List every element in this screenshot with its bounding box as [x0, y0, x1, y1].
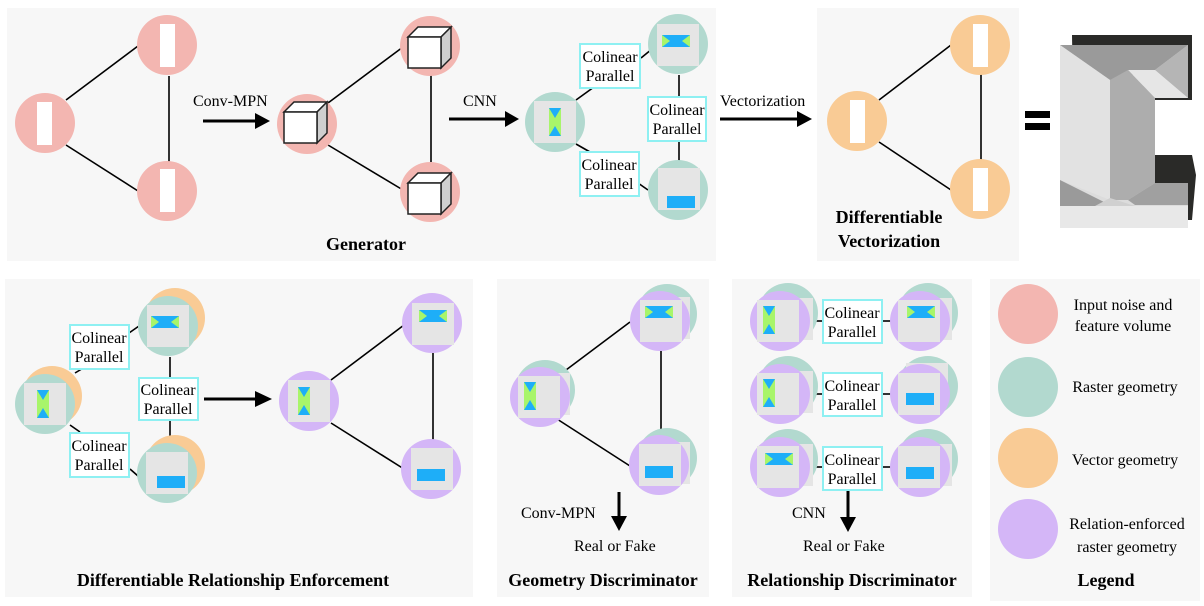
bowtie-shape-icon [419, 310, 447, 322]
relation-box: Colinear Parallel [69, 432, 130, 478]
white-bar-icon [37, 102, 52, 145]
white-bar-icon [973, 168, 988, 211]
relation-box: Colinear Parallel [647, 96, 707, 142]
vectorization-label: Vectorization [720, 93, 805, 110]
svg-text:Colinear: Colinear [824, 452, 880, 469]
hourglass-shape-icon [763, 379, 775, 407]
svg-text:Parallel: Parallel [828, 471, 877, 488]
svg-text:Colinear: Colinear [649, 102, 705, 119]
svg-text:Colinear: Colinear [824, 378, 880, 395]
svg-text:Parallel: Parallel [585, 176, 634, 193]
vector-node [827, 91, 887, 151]
vector-node [950, 15, 1010, 75]
cube-icon [406, 25, 453, 70]
raster-node [648, 14, 708, 74]
svg-text:Parallel: Parallel [828, 397, 877, 414]
raster-swatch [998, 357, 1058, 417]
bowtie-shape-icon [765, 453, 793, 465]
cnn-label: CNN [792, 505, 826, 522]
relation-box: Colinear Parallel [579, 43, 641, 89]
svg-text:Raster geometry: Raster geometry [1072, 379, 1177, 396]
horizontal-bar-icon [417, 469, 445, 481]
vectorization-title-line1: Differentiable [836, 207, 943, 227]
relation-box: Colinear Parallel [822, 299, 883, 344]
real-or-fake-output: Real or Fake [574, 538, 656, 555]
white-bar-icon [973, 24, 988, 67]
relationship-discriminator-pairs: Colinear Parallel Colinear Parallel Coli… [750, 283, 958, 497]
cnn-label: CNN [463, 93, 497, 110]
svg-text:Parallel: Parallel [653, 121, 702, 138]
conv-mpn-label: Conv-MPN [193, 93, 268, 110]
generator-title: Generator [326, 234, 406, 254]
geometry-discriminator-title: Geometry Discriminator [508, 570, 697, 590]
svg-text:Colinear: Colinear [71, 330, 127, 347]
input-node [15, 93, 75, 153]
svg-text:feature volume: feature volume [1075, 318, 1171, 335]
bowtie-shape-icon [151, 316, 179, 328]
svg-text:Parallel: Parallel [828, 324, 877, 341]
svg-text:Parallel: Parallel [144, 401, 193, 418]
real-or-fake-output: Real or Fake [803, 538, 885, 555]
bowtie-shape-icon [662, 35, 690, 47]
input-node [137, 15, 197, 75]
white-bar-icon [160, 24, 175, 67]
svg-text:Relation-enforced: Relation-enforced [1069, 516, 1185, 533]
relation-box: Colinear Parallel [822, 446, 883, 491]
raster-node [648, 160, 708, 220]
horizontal-bar-icon [667, 196, 695, 208]
vector-node [950, 159, 1010, 219]
svg-text:Colinear: Colinear [71, 438, 127, 455]
legend-title: Legend [1077, 570, 1134, 590]
svg-text:Colinear: Colinear [582, 49, 638, 66]
svg-text:Colinear: Colinear [824, 305, 880, 322]
horizontal-bar-icon [906, 467, 934, 479]
svg-text:Parallel: Parallel [75, 457, 124, 474]
relation-box: Colinear Parallel [69, 324, 130, 370]
feature-volume-node [400, 16, 460, 76]
enforcement-title: Differentiable Relationship Enforcement [77, 570, 389, 590]
svg-text:raster geometry: raster geometry [1077, 539, 1177, 556]
svg-text:Input noise and: Input noise and [1074, 297, 1173, 314]
cube-icon [282, 100, 329, 145]
relation-box: Colinear Parallel [579, 151, 640, 197]
horizontal-bar-icon [906, 393, 934, 405]
hourglass-shape-icon [763, 306, 775, 334]
relation-enforced-swatch [998, 499, 1058, 559]
building-3d-icon [1060, 35, 1196, 228]
feature-volume-node [400, 162, 460, 222]
svg-text:Parallel: Parallel [586, 68, 635, 85]
white-bar-icon [850, 100, 865, 143]
relationship-discriminator-title: Relationship Discriminator [747, 570, 957, 590]
input-node [137, 161, 197, 221]
feature-volume-node [277, 94, 337, 154]
bowtie-shape-icon [645, 306, 673, 318]
raster-node [525, 92, 585, 152]
relation-enforced-node [279, 371, 339, 431]
input-noise-swatch [998, 284, 1058, 344]
hourglass-shape-icon [37, 390, 49, 418]
svg-text:Colinear: Colinear [140, 382, 196, 399]
architecture-diagram: Conv-MPN CNN Colinear Parallel Colinear … [5, 8, 1200, 601]
hourglass-shape-icon [524, 382, 536, 410]
horizontal-bar-icon [157, 476, 185, 488]
conv-mpn-label: Conv-MPN [521, 505, 596, 522]
svg-text:Vector geometry: Vector geometry [1072, 452, 1178, 469]
vectorization-arrow: Vectorization [720, 93, 812, 127]
vectorization-title-line2: Vectorization [838, 231, 940, 251]
cube-icon [406, 171, 453, 216]
hourglass-shape-icon [298, 387, 310, 415]
relation-enforced-node [401, 439, 461, 499]
hourglass-shape-icon [549, 108, 561, 136]
relation-box: Colinear Parallel [138, 377, 199, 421]
equals-icon [1025, 111, 1050, 130]
svg-text:Parallel: Parallel [75, 349, 124, 366]
vector-swatch [998, 428, 1058, 488]
bowtie-shape-icon [907, 306, 935, 318]
relation-box: Colinear Parallel [822, 372, 883, 417]
svg-text:Colinear: Colinear [581, 157, 637, 174]
relation-enforced-node [402, 293, 462, 353]
white-bar-icon [160, 169, 175, 212]
horizontal-bar-icon [645, 466, 673, 478]
